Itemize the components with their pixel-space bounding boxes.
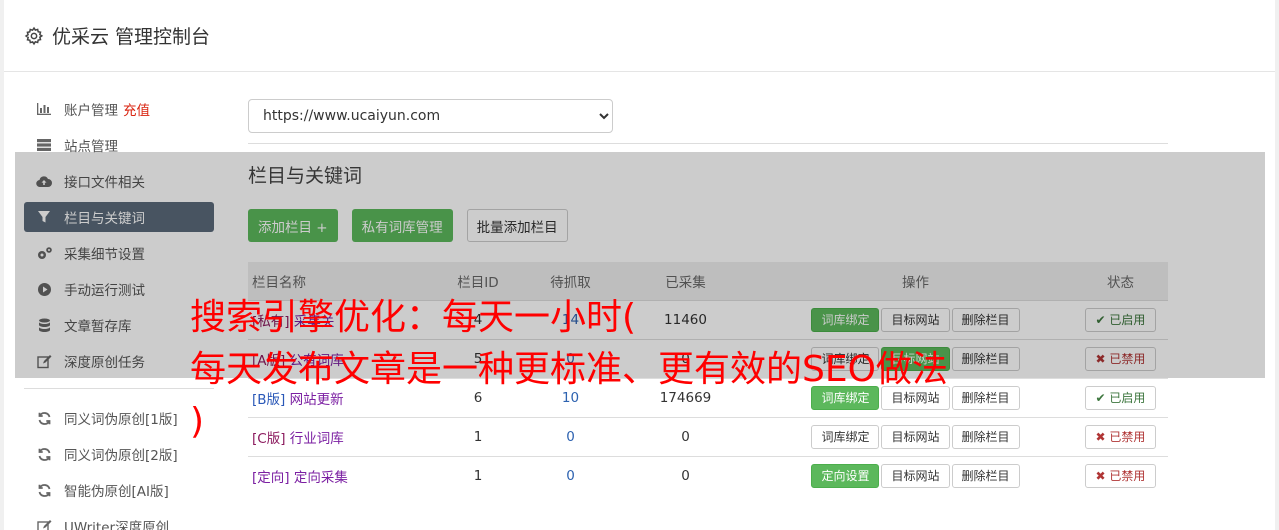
page-title: 优采云 管理控制台	[52, 26, 211, 48]
edit-icon	[35, 518, 53, 530]
site-select[interactable]: https://www.ucaiyun.com	[248, 99, 613, 133]
bar-chart-icon	[35, 101, 53, 117]
sidebar-item-label: 账户管理	[64, 103, 118, 119]
sidebar-item-synonym-v2[interactable]: 同义词伪原创[2版]	[24, 439, 214, 469]
column-name-cell: [定向] 定向采集	[248, 455, 428, 495]
promo-line-1: 搜索引擎优化：每天一小时(	[190, 297, 637, 338]
recharge-link[interactable]: 充值	[123, 99, 150, 119]
column-name-link[interactable]: 定向采集	[294, 470, 348, 486]
status-cell: ✖ 已禁用	[1073, 455, 1168, 495]
column-tag: [定向]	[252, 469, 290, 486]
sidebar-divider	[24, 388, 214, 389]
sidebar-item-account[interactable]: 账户管理 充值	[24, 94, 214, 124]
targeted-settings-button[interactable]: 定向设置	[811, 463, 880, 488]
promo-line-2: 每天发布文章是一种更标准、更有效的SEO做法	[190, 349, 948, 390]
ops-cell: 定向设置 目标网站 删除栏目	[758, 455, 1073, 495]
collected-count: 0	[613, 455, 758, 495]
refresh-icon	[35, 482, 53, 498]
target-site-button[interactable]: 目标网站	[881, 463, 950, 488]
promo-line-3: )	[190, 401, 205, 442]
sidebar-item-ai-original[interactable]: 智能伪原创[AI版]	[24, 475, 214, 505]
delete-column-button[interactable]: 删除栏目	[951, 463, 1020, 488]
sidebar-item-synonym-v1[interactable]: 同义词伪原创[1版]	[24, 403, 214, 433]
status-toggle[interactable]: ✖ 已禁用	[1084, 463, 1157, 488]
refresh-icon	[35, 410, 53, 426]
gear-icon	[24, 26, 44, 45]
divider	[248, 143, 1168, 144]
status-label: 已禁用	[1109, 468, 1146, 483]
promo-caption: 搜索引擎优化：每天一小时( 每天发布文章是一种更标准、更有效的SEO做法 )	[190, 292, 1130, 448]
column-id: 1	[428, 455, 528, 495]
sidebar-item-label: 同义词伪原创[1版]	[64, 412, 178, 428]
refresh-icon	[35, 446, 53, 462]
sidebar-item-label: 智能伪原创[AI版]	[64, 484, 169, 500]
pending-count[interactable]: 0	[528, 455, 613, 495]
header: 优采云 管理控制台	[4, 0, 1275, 72]
server-icon	[35, 137, 53, 153]
sidebar-item-uwriter[interactable]: UWriter深度原创	[24, 511, 214, 530]
sidebar-item-label: UWriter深度原创	[64, 520, 170, 530]
table-row: [定向] 定向采集 1 0 0 定向设置 目标网站 删除栏目 ✖ 已禁用	[248, 455, 1168, 495]
sidebar-item-label: 同义词伪原创[2版]	[64, 448, 178, 464]
